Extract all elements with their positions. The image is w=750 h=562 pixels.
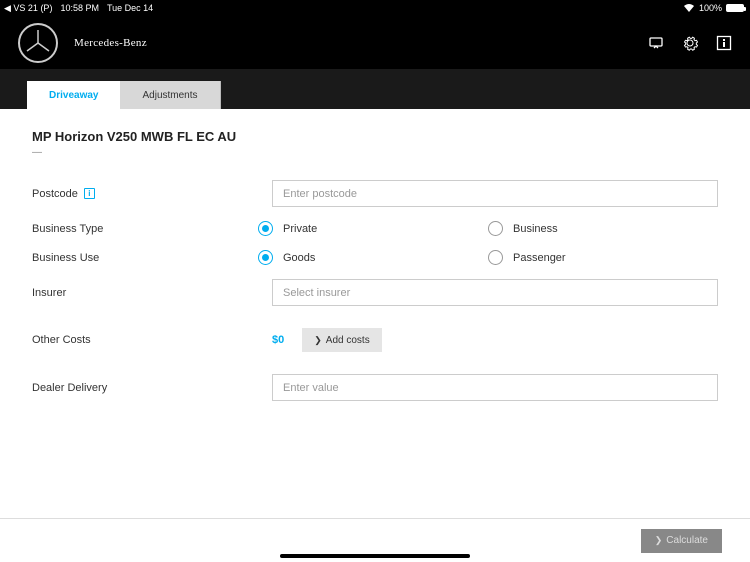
status-back[interactable]: ◀ VS 21 (P): [6, 3, 52, 14]
battery-percent: 100%: [699, 3, 722, 13]
tab-label: Adjustments: [142, 90, 197, 101]
row-other-costs: Other Costs $0 ❯ Add costs: [32, 328, 718, 352]
status-date: Tue Dec 14: [107, 3, 153, 13]
radio-goods[interactable]: Goods: [258, 250, 488, 265]
radio-label: Private: [283, 223, 317, 235]
insurer-select[interactable]: [272, 279, 718, 306]
tab-strip: Driveaway Adjustments: [0, 69, 750, 109]
row-dealer-delivery: Dealer Delivery: [32, 374, 718, 401]
page-title: MP Horizon V250 MWB FL EC AU: [32, 129, 718, 144]
row-postcode: Postcode i: [32, 180, 718, 207]
tab-driveaway[interactable]: Driveaway: [27, 81, 120, 109]
label-dealer-delivery: Dealer Delivery: [32, 382, 107, 394]
info-icon[interactable]: i: [84, 188, 95, 199]
presenter-icon[interactable]: [648, 35, 664, 51]
chevron-right-icon: ❯: [655, 535, 663, 546]
label-insurer: Insurer: [32, 287, 66, 299]
radio-passenger[interactable]: Passenger: [488, 250, 718, 265]
radio-icon: [488, 250, 503, 265]
radio-icon: [258, 221, 273, 236]
status-time: 10:58 PM: [60, 3, 99, 13]
radio-label: Passenger: [513, 252, 566, 264]
radio-business[interactable]: Business: [488, 221, 718, 236]
status-bar: ◀ VS 21 (P) 10:58 PM Tue Dec 14 100%: [0, 0, 750, 16]
tab-label: Driveaway: [49, 90, 98, 101]
row-insurer: Insurer: [32, 279, 718, 306]
row-business-use: Business Use Goods Passenger: [32, 250, 718, 265]
label-other-costs: Other Costs: [32, 334, 91, 346]
mercedes-logo-icon: [18, 23, 58, 63]
gear-icon[interactable]: [682, 35, 698, 51]
add-costs-label: Add costs: [326, 335, 370, 346]
radio-private[interactable]: Private: [258, 221, 488, 236]
page-subtitle: —: [32, 147, 718, 158]
radio-label: Business: [513, 223, 558, 235]
calculate-button[interactable]: ❯ Calculate: [641, 529, 722, 553]
add-costs-button[interactable]: ❯ Add costs: [302, 328, 381, 352]
info-square-icon[interactable]: [716, 35, 732, 51]
home-indicator: [280, 554, 470, 558]
app-header: Mercedes-Benz: [0, 16, 750, 69]
label-postcode: Postcode: [32, 188, 78, 200]
postcode-input[interactable]: [272, 180, 718, 207]
calculate-label: Calculate: [666, 535, 708, 546]
brand-name: Mercedes-Benz: [74, 37, 147, 49]
label-business-use: Business Use: [32, 252, 99, 264]
content: MP Horizon V250 MWB FL EC AU — Postcode …: [0, 109, 750, 435]
radio-label: Goods: [283, 252, 315, 264]
label-business-type: Business Type: [32, 223, 103, 235]
battery-icon: [726, 4, 744, 12]
chevron-right-icon: ❯: [314, 335, 322, 346]
driveaway-form: Postcode i Business Type Private Busines…: [32, 180, 718, 401]
dealer-delivery-input[interactable]: [272, 374, 718, 401]
tab-adjustments[interactable]: Adjustments: [120, 81, 220, 109]
other-costs-value: $0: [272, 334, 284, 346]
row-business-type: Business Type Private Business: [32, 221, 718, 236]
wifi-icon: [683, 3, 695, 14]
brand: Mercedes-Benz: [18, 23, 147, 63]
radio-icon: [258, 250, 273, 265]
radio-icon: [488, 221, 503, 236]
